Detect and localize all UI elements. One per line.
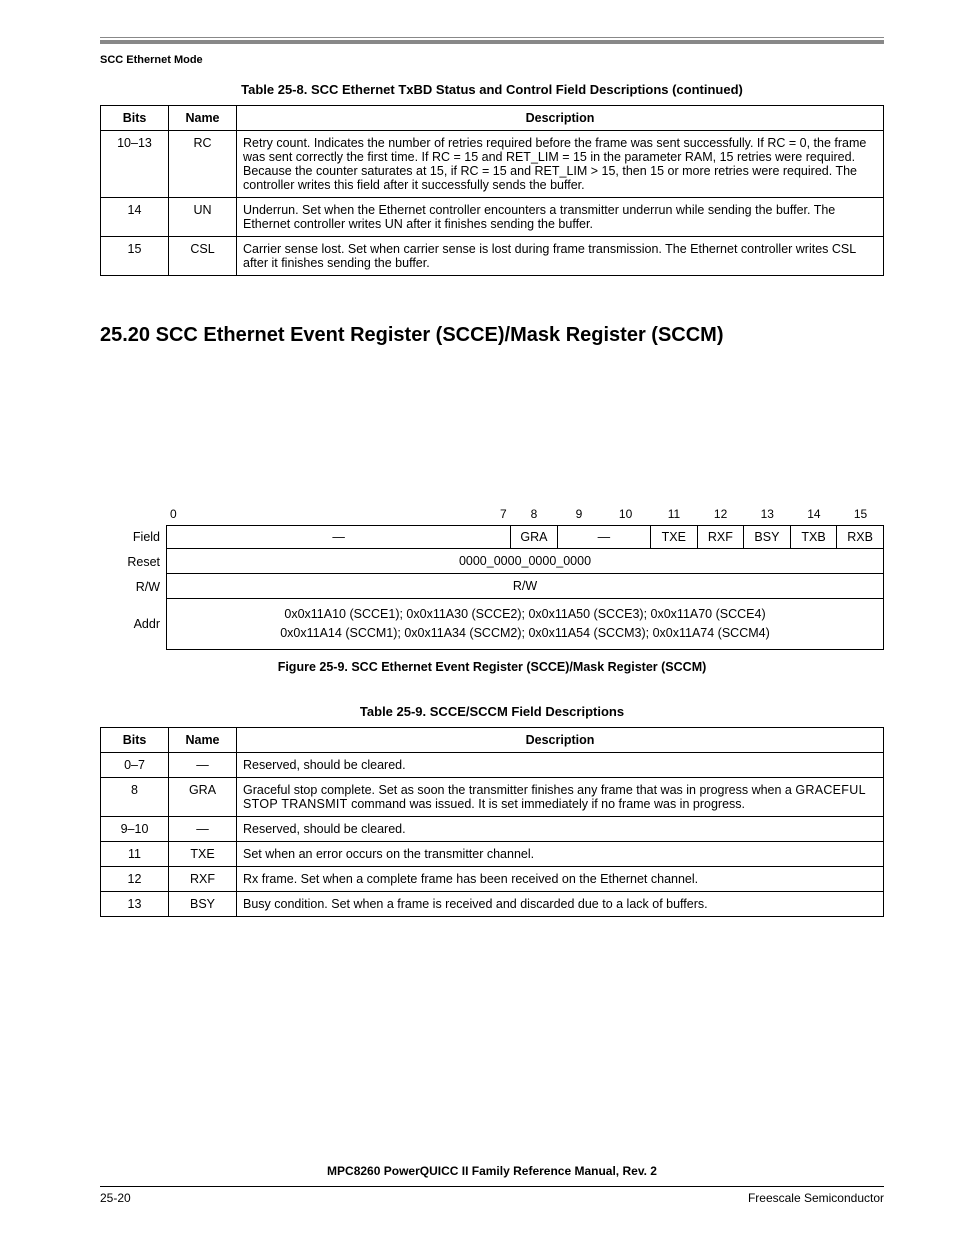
bitnum-8: 8 (511, 507, 558, 525)
cell-desc: Reserved, should be cleared. (237, 752, 884, 777)
row-label-reset: Reset (100, 549, 166, 574)
cell-desc: Carrier sense lost. Set when carrier sen… (237, 237, 884, 276)
cell-bits: 13 (101, 891, 169, 916)
bitnum-11: 11 (651, 507, 698, 525)
cell-bits: 12 (101, 866, 169, 891)
cell-bits: 15 (101, 237, 169, 276)
row-label-field: Field (100, 525, 166, 549)
table-row: 10–13 RC Retry count. Indicates the numb… (101, 131, 884, 198)
cell-desc: Reserved, should be cleared. (237, 816, 884, 841)
reset-value: 0000_0000_0000_0000 (166, 549, 884, 574)
table-row: 13 BSY Busy condition. Set when a frame … (101, 891, 884, 916)
th-desc: Description (237, 106, 884, 131)
table2-caption: Table 25-9. SCCE/SCCM Field Descriptions (100, 704, 884, 719)
cell-name: RC (169, 131, 237, 198)
scce-sccm-table: Bits Name Description 0–7 — Reserved, sh… (100, 727, 884, 917)
cell-bits: 0–7 (101, 752, 169, 777)
cell-name: — (169, 816, 237, 841)
table-row: 12 RXF Rx frame. Set when a complete fra… (101, 866, 884, 891)
cell-desc: Retry count. Indicates the number of ret… (237, 131, 884, 198)
footer-title: MPC8260 PowerQUICC II Family Reference M… (100, 1164, 884, 1178)
addr-line2: 0x0x11A14 (SCCM1); 0x0x11A34 (SCCM2); 0x… (280, 626, 770, 640)
footer-rule (100, 1186, 884, 1187)
field-dash1: — (167, 526, 511, 549)
footer-company: Freescale Semiconductor (748, 1191, 884, 1205)
table-row: 11 TXE Set when an error occurs on the t… (101, 841, 884, 866)
cell-bits: 11 (101, 841, 169, 866)
field-txe: TXE (651, 526, 698, 549)
cell-name: CSL (169, 237, 237, 276)
cell-name: RXF (169, 866, 237, 891)
cell-bits: 8 (101, 777, 169, 816)
bitnum-14: 14 (791, 507, 838, 525)
page: SCC Ethernet Mode Table 25-8. SCC Ethern… (0, 0, 954, 1235)
bitnum-10: 10 (619, 507, 632, 525)
section-heading: 25.20 SCC Ethernet Event Register (SCCE)… (100, 324, 884, 347)
txbd-table: Bits Name Description 10–13 RC Retry cou… (100, 105, 884, 276)
cell-name: GRA (169, 777, 237, 816)
row-label-addr: Addr (100, 599, 166, 650)
th-name: Name (169, 106, 237, 131)
bitnum-9: 9 (576, 507, 583, 525)
page-number: 25-20 (100, 1191, 131, 1205)
bitnum-15: 15 (837, 507, 884, 525)
figure-caption: Figure 25-9. SCC Ethernet Event Register… (100, 660, 884, 674)
table-row: 9–10 — Reserved, should be cleared. (101, 816, 884, 841)
cell-name: — (169, 752, 237, 777)
bitnum-7: 7 (500, 507, 507, 521)
cell-desc: Graceful stop complete. Set as soon the … (237, 777, 884, 816)
field-txb: TXB (791, 526, 838, 549)
section-label: SCC Ethernet Mode (100, 54, 884, 66)
field-rxb: RXB (837, 526, 884, 549)
cell-desc: Busy condition. Set when a frame is rece… (237, 891, 884, 916)
table1-caption: Table 25-8. SCC Ethernet TxBD Status and… (100, 82, 884, 97)
field-dash2: — (558, 526, 651, 549)
field-rxf: RXF (698, 526, 745, 549)
footer: MPC8260 PowerQUICC II Family Reference M… (100, 1164, 884, 1205)
th-bits: Bits (101, 727, 169, 752)
cell-name: UN (169, 198, 237, 237)
cell-name: TXE (169, 841, 237, 866)
field-row: — GRA — TXE RXF BSY TXB RXB (166, 525, 884, 549)
cell-desc: Set when an error occurs on the transmit… (237, 841, 884, 866)
cell-bits: 10–13 (101, 131, 169, 198)
cell-bits: 14 (101, 198, 169, 237)
addr-line1: 0x0x11A10 (SCCE1); 0x0x11A30 (SCCE2); 0x… (284, 607, 765, 621)
th-desc: Description (237, 727, 884, 752)
bit-numbers: 0 7 8 9 10 11 12 13 14 15 (166, 507, 884, 525)
register-figure: 0 7 8 9 10 11 12 13 14 15 Field (100, 507, 884, 650)
th-bits: Bits (101, 106, 169, 131)
bitnum-0: 0 (170, 507, 177, 521)
cell-name: BSY (169, 891, 237, 916)
th-name: Name (169, 727, 237, 752)
rw-value: R/W (166, 574, 884, 599)
table-row: 15 CSL Carrier sense lost. Set when carr… (101, 237, 884, 276)
table-row: 14 UN Underrun. Set when the Ethernet co… (101, 198, 884, 237)
cell-desc: Rx frame. Set when a complete frame has … (237, 866, 884, 891)
row-label-rw: R/W (100, 574, 166, 599)
table-header-row: Bits Name Description (101, 727, 884, 752)
addr-value: 0x0x11A10 (SCCE1); 0x0x11A30 (SCCE2); 0x… (166, 599, 884, 650)
table-row: 8 GRA Graceful stop complete. Set as soo… (101, 777, 884, 816)
table-header-row: Bits Name Description (101, 106, 884, 131)
bitnum-13: 13 (744, 507, 791, 525)
cell-bits: 9–10 (101, 816, 169, 841)
cell-desc: Underrun. Set when the Ethernet controll… (237, 198, 884, 237)
top-rule (100, 40, 884, 44)
field-bsy: BSY (744, 526, 791, 549)
field-gra: GRA (511, 526, 558, 549)
table-row: 0–7 — Reserved, should be cleared. (101, 752, 884, 777)
bitnum-12: 12 (697, 507, 744, 525)
